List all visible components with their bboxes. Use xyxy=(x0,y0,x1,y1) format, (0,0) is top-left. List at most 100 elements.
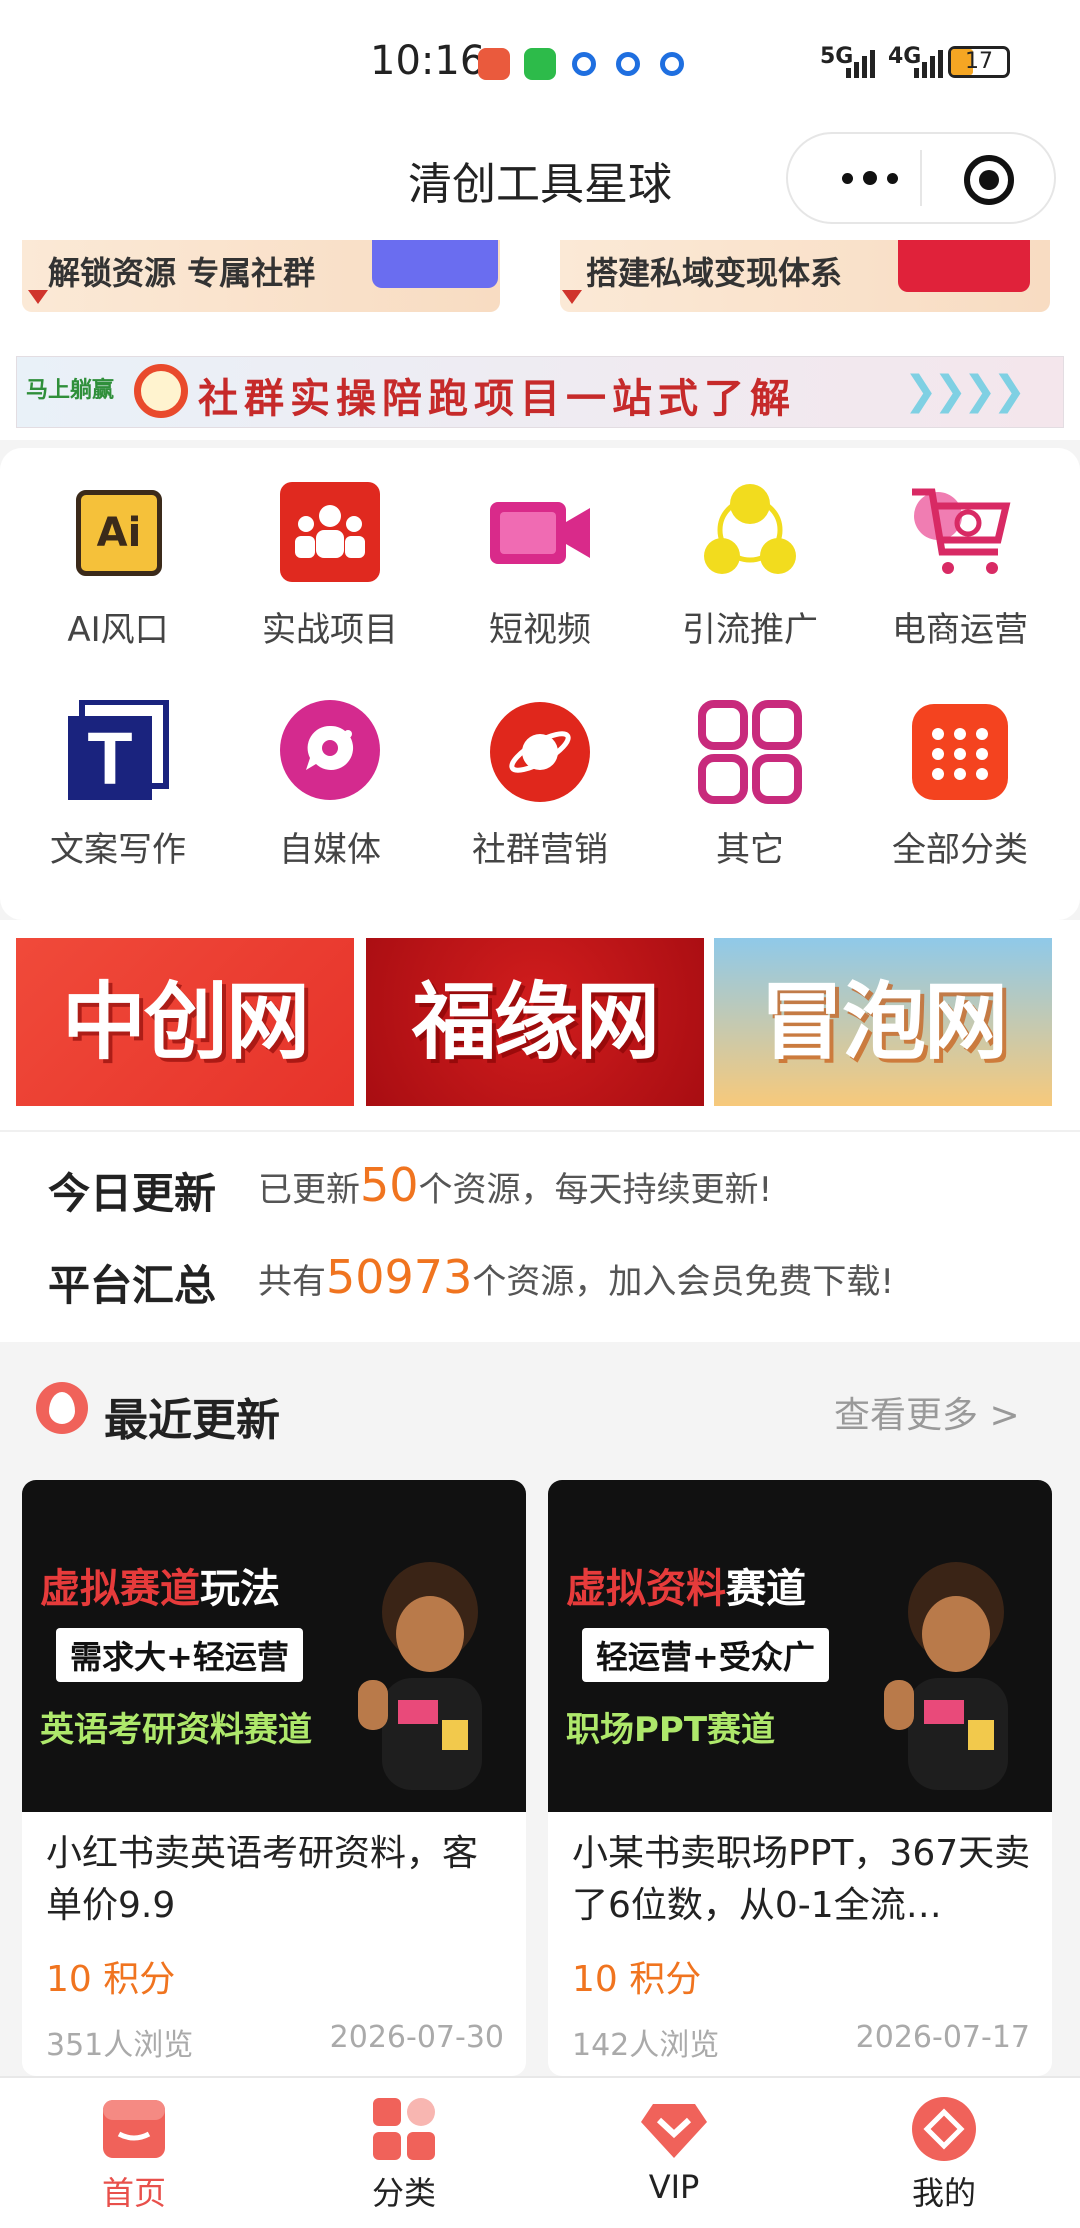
ad-text: 社群实操陪跑项目一站式了解 xyxy=(198,375,796,422)
thumb-subline: 英语考研资料赛道 xyxy=(40,1710,312,1750)
platform-total-text: 共有50973个资源，加入会员免费下载! xyxy=(258,1250,894,1304)
total-suffix: 个资源，加入会员免费下载! xyxy=(472,1262,894,1302)
ad-logo: 马上躺赢 xyxy=(26,378,115,403)
view-more-link[interactable]: 查看更多 > xyxy=(834,1386,1020,1438)
category-ai[interactable]: Ai AI风口 xyxy=(10,480,226,651)
category-copywriting[interactable]: T 文案写作 xyxy=(10,699,226,871)
profile-icon xyxy=(909,2094,979,2164)
resource-views: 142人浏览 xyxy=(572,2028,720,2063)
today-prefix: 已更新 xyxy=(258,1170,360,1210)
category-label: 引流推广 xyxy=(682,610,818,650)
banner-image xyxy=(898,240,1030,292)
thumb-headline: 虚拟赛道玩法 xyxy=(40,1556,280,1614)
category-label: 其它 xyxy=(716,830,784,870)
today-count: 50 xyxy=(360,1158,419,1212)
cartoon-figure-icon xyxy=(358,1562,482,1790)
notification-app-icon xyxy=(478,48,510,80)
thumb-tag: 需求大+轻运营 xyxy=(56,1628,303,1682)
dots-grid-icon xyxy=(908,700,1012,804)
category-traffic[interactable]: 引流推广 xyxy=(642,480,858,651)
tab-label: VIP xyxy=(648,2168,700,2206)
today-update-title: 今日更新 xyxy=(48,1169,217,1218)
dartboard-icon xyxy=(134,364,188,418)
tab-label: 分类 xyxy=(371,2174,436,2212)
category-ecommerce[interactable]: 电商运营 xyxy=(852,480,1068,651)
category-other[interactable]: 其它 xyxy=(642,700,858,871)
video-camera-icon xyxy=(488,480,592,584)
share-nodes-icon xyxy=(698,480,802,584)
resource-thumbnail: 虚拟赛道玩法 需求大+轻运营 英语考研资料赛道 xyxy=(22,1480,526,1812)
more-icon[interactable] xyxy=(820,158,920,198)
category-label: 全部分类 xyxy=(892,830,1028,870)
thumb-white-text: 玩法 xyxy=(200,1566,280,1612)
today-suffix: 个资源，每天持续更新! xyxy=(418,1170,773,1210)
category-label: 社群营销 xyxy=(472,830,608,870)
text-t-icon: T xyxy=(66,699,170,804)
category-all[interactable]: 全部分类 xyxy=(852,700,1068,871)
category-label: 短视频 xyxy=(489,610,591,650)
banner-label: 搭建私域变现体系 xyxy=(586,254,843,292)
close-target-icon[interactable] xyxy=(964,155,1014,205)
thumb-white-text: 赛道 xyxy=(726,1566,806,1612)
tab-profile[interactable]: 我的 xyxy=(844,2094,1044,2214)
media-chat-icon xyxy=(278,700,382,804)
resource-date: 2026-07-30 xyxy=(329,2020,504,2055)
total-prefix: 共有 xyxy=(258,1262,326,1302)
tab-category[interactable]: 分类 xyxy=(304,2094,504,2214)
vip-diamond-icon xyxy=(639,2094,709,2164)
cartoon-figure-icon xyxy=(884,1562,1008,1790)
platform-total-title: 平台汇总 xyxy=(48,1261,217,1310)
promo-fuyuan[interactable]: 福缘网 xyxy=(366,938,704,1106)
flame-icon xyxy=(36,1382,88,1434)
banner-image xyxy=(372,240,498,288)
total-count: 50973 xyxy=(326,1250,473,1304)
promo-zhongchuang[interactable]: 中创网 xyxy=(16,938,354,1106)
resource-date: 2026-07-17 xyxy=(855,2020,1030,2055)
planet-icon xyxy=(488,700,592,804)
category-label: AI风口 xyxy=(67,610,169,650)
team-icon xyxy=(278,480,382,584)
promo-maopao[interactable]: 冒泡网 xyxy=(714,938,1052,1106)
capsule-divider xyxy=(920,150,922,206)
category-label: 自媒体 xyxy=(279,830,381,870)
wechat-icon xyxy=(524,48,556,80)
category-short-video[interactable]: 短视频 xyxy=(432,480,648,651)
resource-title: 小某书卖职场PPT，367天卖了6位数，从0-1全流… xyxy=(572,1833,1031,1926)
resource-thumbnail: 虚拟资料赛道 轻运营+受众广 职场PPT赛道 xyxy=(548,1480,1052,1812)
today-update-text: 已更新50个资源，每天持续更新! xyxy=(258,1158,772,1212)
resource-card[interactable]: 虚拟赛道玩法 需求大+轻运营 英语考研资料赛道 小红书卖英语考研资料，客单价9.… xyxy=(22,1480,526,2076)
store-icon xyxy=(99,2094,169,2164)
resource-title: 小红书卖英语考研资料，客单价9.9 xyxy=(46,1833,479,1926)
tab-label: 首页 xyxy=(101,2174,166,2212)
thumb-red-text: 虚拟赛道 xyxy=(40,1566,200,1612)
resource-views: 351人浏览 xyxy=(46,2028,194,2063)
thumb-red-text: 虚拟资料 xyxy=(566,1566,726,1612)
ai-icon: Ai xyxy=(66,480,170,584)
category-label: 文案写作 xyxy=(50,830,186,870)
tab-home[interactable]: 首页 xyxy=(34,2094,234,2214)
grid-four-icon xyxy=(698,700,802,804)
category-self-media[interactable]: 自媒体 xyxy=(222,700,438,871)
resource-card[interactable]: 虚拟资料赛道 轻运营+受众广 职场PPT赛道 小某书卖职场PPT，367天卖了6… xyxy=(548,1480,1052,2076)
category-projects[interactable]: 实战项目 xyxy=(222,480,438,651)
category-label: 实战项目 xyxy=(262,610,398,650)
recent-title: 最近更新 xyxy=(104,1395,280,1446)
battery-percent: 17 xyxy=(965,49,993,74)
resource-points: 10 积分 xyxy=(46,1959,176,2000)
status-time: 10:16 xyxy=(370,38,486,84)
category-community[interactable]: 社群营销 xyxy=(432,700,648,871)
shopping-cart-icon xyxy=(908,480,1012,584)
thumb-headline: 虚拟资料赛道 xyxy=(566,1556,806,1614)
notification-dot-icon xyxy=(616,52,640,76)
resource-points: 10 积分 xyxy=(572,1959,702,2000)
notification-dot-icon xyxy=(572,52,596,76)
notification-dot-icon xyxy=(660,52,684,76)
signal-icon xyxy=(914,46,943,78)
signal-icon xyxy=(846,46,875,78)
svg-text:T: T xyxy=(87,717,132,800)
thumb-subline: 职场PPT赛道 xyxy=(566,1710,776,1750)
ribbon-icon xyxy=(562,290,582,304)
ribbon-icon xyxy=(28,290,48,304)
category-label: 电商运营 xyxy=(892,610,1028,650)
tab-vip[interactable]: VIP xyxy=(574,2094,774,2206)
